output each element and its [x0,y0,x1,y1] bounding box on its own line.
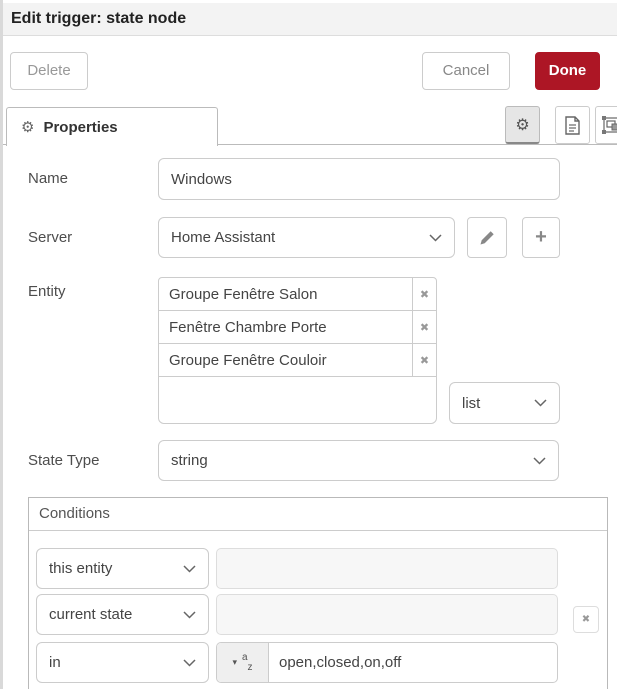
conditions-title: Conditions [29,498,607,531]
state-type-select[interactable]: string [158,440,559,481]
name-input[interactable] [158,158,560,200]
condition-property-value: this entity [49,560,112,577]
entity-add-input[interactable] [159,377,436,423]
remove-icon: ✖ [420,354,429,367]
remove-condition-button[interactable]: ✖ [573,606,599,633]
chevron-down-icon [533,457,546,465]
tab-properties-label: Properties [43,119,117,136]
done-button[interactable]: Done [535,52,600,90]
appearance-icon [602,116,617,134]
remove-entity-button[interactable]: ✖ [412,344,436,376]
entity-mode-value: list [462,395,480,412]
typed-input-type-button[interactable]: ▾ az [217,643,269,682]
name-label: Name [28,170,68,187]
string-type-icon: az [242,653,253,673]
tab-properties[interactable]: ⚙ Properties [6,107,218,146]
condition-value-input-3[interactable]: open,closed,on,off [269,643,557,682]
tab-button-properties[interactable]: ⚙ [505,106,540,144]
add-server-button[interactable]: + [522,217,560,258]
document-icon [565,116,580,135]
entity-name: Groupe Fenêtre Salon [159,278,412,310]
caret-down-icon: ▾ [232,657,237,668]
remove-entity-button[interactable]: ✖ [412,278,436,310]
entity-list: Groupe Fenêtre Salon ✖ Fenêtre Chambre P… [158,277,437,424]
entity-row: Fenêtre Chambre Porte ✖ [159,311,436,344]
remove-icon: ✖ [420,288,429,301]
chevron-down-icon [183,611,196,619]
remove-entity-button[interactable]: ✖ [412,311,436,343]
entity-name: Fenêtre Chambre Porte [159,311,412,343]
tab-button-appearance[interactable] [595,106,617,144]
condition-typed-input: ▾ az open,closed,on,off [216,642,558,683]
tab-button-description[interactable] [555,106,590,144]
condition-property-select-1[interactable]: this entity [36,548,209,589]
server-select-value: Home Assistant [171,229,275,246]
state-type-label: State Type [28,452,99,469]
entity-label: Entity [28,283,66,300]
server-select[interactable]: Home Assistant [158,217,455,258]
condition-value-input-1 [216,548,558,589]
delete-button[interactable]: Delete [10,52,88,90]
remove-icon: ✖ [582,614,590,625]
cancel-button[interactable]: Cancel [422,52,510,90]
entity-row: Groupe Fenêtre Couloir ✖ [159,344,436,377]
conditions-panel: Conditions this entity current state ✖ i… [28,497,608,689]
gear-icon: ⚙ [21,118,34,136]
entity-name: Groupe Fenêtre Couloir [159,344,412,376]
edit-server-button[interactable] [467,217,507,258]
dialog-title: Edit trigger: state node [3,3,617,36]
tray-left-edge [0,0,3,689]
state-type-value: string [171,452,208,469]
condition-value-input-2 [216,594,558,635]
condition-property-select-2[interactable]: current state [36,594,209,635]
entity-mode-select[interactable]: list [449,382,560,424]
condition-property-select-3[interactable]: in [36,642,209,683]
condition-property-value: in [49,654,61,671]
chevron-down-icon [429,234,442,242]
condition-property-value: current state [49,606,132,623]
remove-icon: ✖ [420,321,429,334]
plus-icon: + [535,226,547,249]
gear-icon: ⚙ [515,115,529,135]
pencil-icon [480,230,495,245]
chevron-down-icon [183,659,196,667]
entity-row: Groupe Fenêtre Salon ✖ [159,278,436,311]
chevron-down-icon [183,565,196,573]
chevron-down-icon [534,399,547,407]
server-label: Server [28,229,72,246]
